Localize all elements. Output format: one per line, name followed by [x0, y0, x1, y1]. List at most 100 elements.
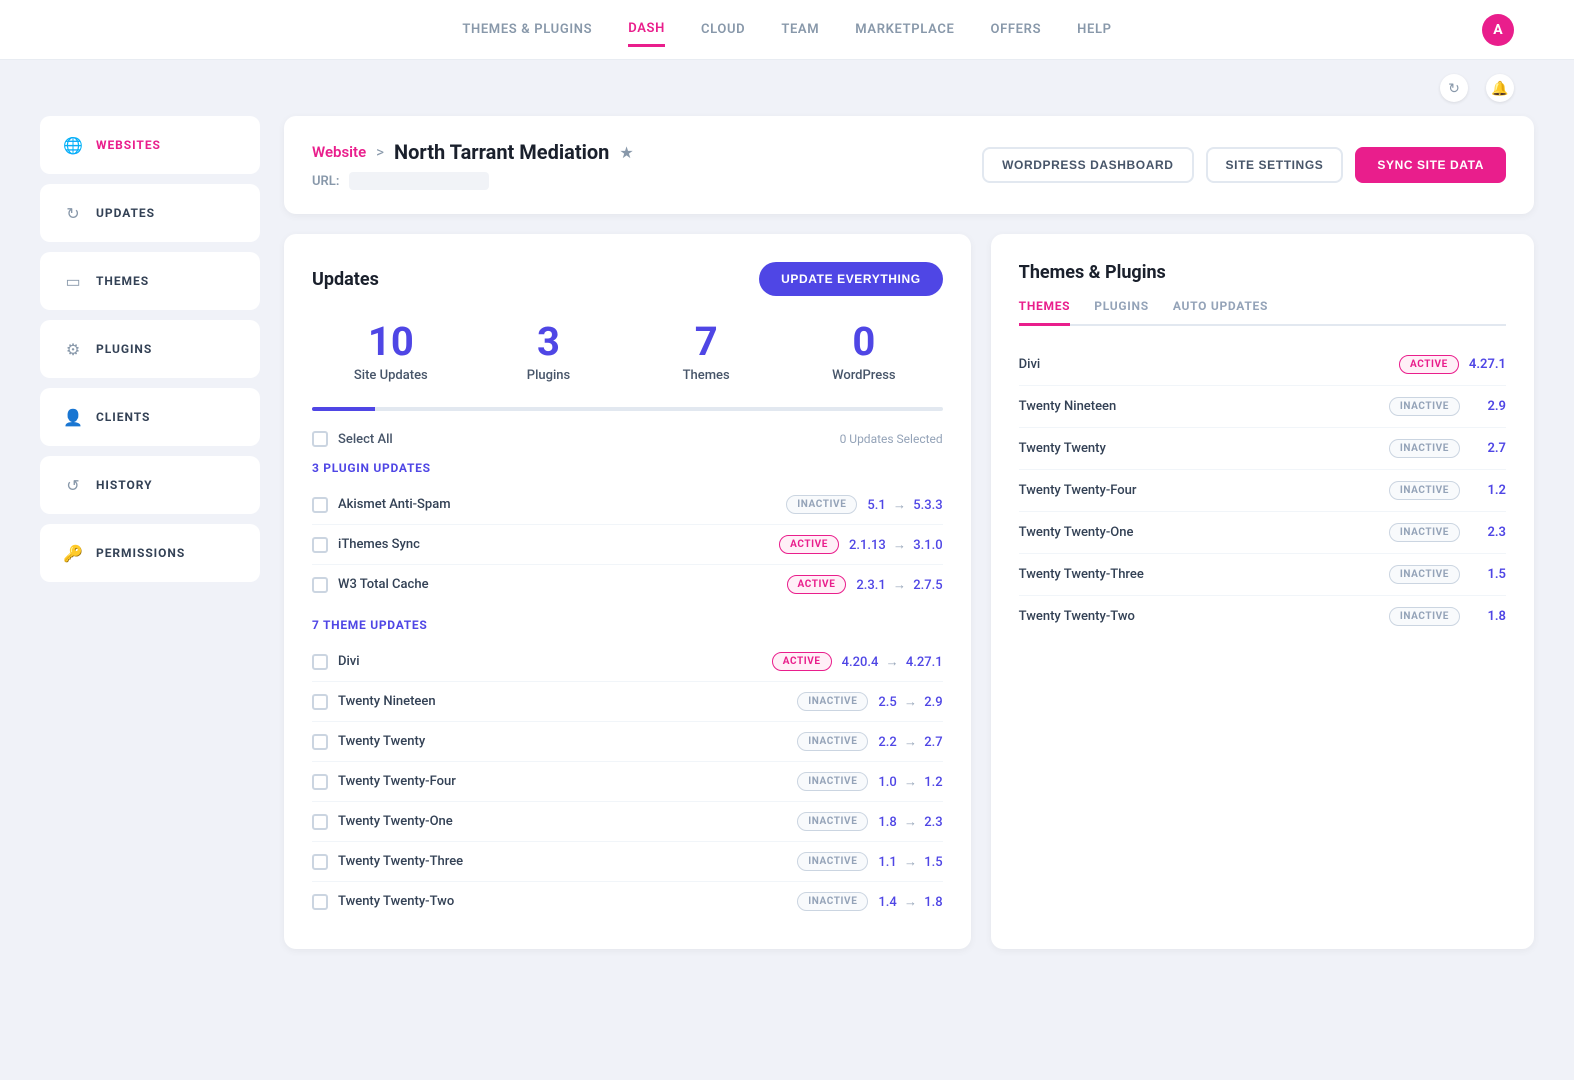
update-item-checkbox[interactable] — [312, 497, 328, 513]
wordpress-dashboard-button[interactable]: WORDPRESS DASHBOARD — [982, 147, 1193, 183]
update-item-checkbox[interactable] — [312, 734, 328, 750]
themes-plugins-list: Divi ACTIVE 4.27.1 Twenty Nineteen INACT… — [1019, 344, 1506, 637]
plugin-updates-list: Akismet Anti-Spam INACTIVE 5.1 → 5.3.3 i… — [312, 485, 943, 604]
theme-status-badge: INACTIVE — [1389, 523, 1460, 542]
sidebar-item-plugins[interactable]: ⚙ PLUGINS — [40, 320, 260, 378]
sidebar-label-websites: WEBSITES — [96, 138, 161, 152]
sidebar-item-updates[interactable]: ↻ UPDATES — [40, 184, 260, 242]
site-header-actions: WORDPRESS DASHBOARD SITE SETTINGS SYNC S… — [982, 147, 1506, 183]
update-item-checkbox[interactable] — [312, 654, 328, 670]
site-header-left: Website > North Tarrant Mediation ★ URL: — [312, 140, 634, 190]
update-item-checkbox[interactable] — [312, 894, 328, 910]
plugin-update-item: Akismet Anti-Spam INACTIVE 5.1 → 5.3.3 — [312, 485, 943, 525]
theme-update-status-badge: INACTIVE — [797, 692, 868, 711]
update-everything-button[interactable]: UPDATE EVERYTHING — [759, 262, 943, 296]
nav-themes-plugins[interactable]: THEMES & PLUGINS — [462, 14, 592, 45]
updates-title: Updates — [312, 269, 379, 290]
clients-icon: 👤 — [62, 406, 84, 428]
update-item-checkbox[interactable] — [312, 814, 328, 830]
sidebar-item-websites[interactable]: 🌐 WEBSITES — [40, 116, 260, 174]
theme-update-item: Twenty Twenty-Four INACTIVE 1.0 → 1.2 — [312, 762, 943, 802]
plugin-status-badge: ACTIVE — [779, 535, 839, 554]
theme-name: Twenty Twenty-Three — [1019, 567, 1379, 582]
theme-update-version: 1.0 → 1.2 — [878, 774, 942, 790]
update-item-checkbox[interactable] — [312, 694, 328, 710]
theme-update-item: Twenty Nineteen INACTIVE 2.5 → 2.9 — [312, 682, 943, 722]
update-item-checkbox[interactable] — [312, 854, 328, 870]
sidebar-label-themes: THEMES — [96, 274, 149, 288]
theme-update-version: 2.2 → 2.7 — [878, 734, 942, 750]
theme-status-badge: ACTIVE — [1399, 355, 1459, 374]
site-url-row: URL: — [312, 172, 634, 190]
star-icon[interactable]: ★ — [619, 143, 633, 162]
nav-help[interactable]: HELP — [1077, 14, 1112, 45]
theme-name: Twenty Twenty — [1019, 441, 1379, 456]
theme-update-version: 1.1 → 1.5 — [878, 854, 942, 870]
nav-offers[interactable]: OFFERS — [990, 14, 1041, 45]
theme-update-status-badge: INACTIVE — [797, 812, 868, 831]
theme-version: 1.5 — [1470, 567, 1506, 582]
theme-update-name: Twenty Twenty-One — [338, 814, 787, 829]
theme-item: Divi ACTIVE 4.27.1 — [1019, 344, 1506, 386]
sidebar-item-permissions[interactable]: 🔑 PERMISSIONS — [40, 524, 260, 582]
stat-number-plugins: 3 — [470, 320, 628, 364]
theme-update-name: Twenty Twenty — [338, 734, 787, 749]
select-all-left: Select All — [312, 431, 393, 447]
stat-number-themes: 7 — [627, 320, 785, 364]
sidebar-item-history[interactable]: ↺ HISTORY — [40, 456, 260, 514]
progress-blue — [312, 407, 375, 411]
theme-name: Twenty Nineteen — [1019, 399, 1379, 414]
tab-auto-updates[interactable]: AUTO UPDATES — [1173, 299, 1268, 326]
nav-cloud[interactable]: CLOUD — [701, 14, 745, 45]
notifications-button[interactable]: 🔔 — [1486, 74, 1514, 102]
nav-items: THEMES & PLUGINS DASH CLOUD TEAM MARKETP… — [462, 13, 1111, 47]
plugin-updates-header: 3 PLUGIN UPDATES — [312, 461, 943, 475]
content-area: Website > North Tarrant Mediation ★ URL:… — [284, 116, 1534, 949]
select-all-checkbox[interactable] — [312, 431, 328, 447]
breadcrumb-website[interactable]: Website — [312, 143, 366, 161]
theme-item: Twenty Twenty-Three INACTIVE 1.5 — [1019, 554, 1506, 596]
update-item-checkbox[interactable] — [312, 537, 328, 553]
sidebar-item-clients[interactable]: 👤 CLIENTS — [40, 388, 260, 446]
theme-status-badge: INACTIVE — [1389, 397, 1460, 416]
url-value — [349, 172, 489, 190]
history-icon: ↺ — [62, 474, 84, 496]
nav-dash[interactable]: DASH — [628, 13, 665, 47]
theme-version: 1.2 — [1470, 483, 1506, 498]
nav-marketplace[interactable]: MARKETPLACE — [855, 14, 954, 45]
theme-update-version: 2.5 → 2.9 — [878, 694, 942, 710]
theme-updates-header: 7 THEME UPDATES — [312, 618, 943, 632]
themes-plugins-title: Themes & Plugins — [1019, 262, 1506, 283]
plugin-version: 2.1.13 → 3.1.0 — [849, 537, 943, 553]
update-item-checkbox[interactable] — [312, 774, 328, 790]
nav-team[interactable]: TEAM — [781, 14, 819, 45]
theme-name: Twenty Twenty-One — [1019, 525, 1379, 540]
breadcrumb-separator: > — [376, 143, 384, 161]
select-all-label: Select All — [338, 432, 393, 447]
tab-themes[interactable]: THEMES — [1019, 299, 1071, 326]
stat-plugins: 3 Plugins — [470, 320, 628, 383]
theme-update-name: Twenty Twenty-Two — [338, 894, 787, 909]
stat-label-site-updates: Site Updates — [312, 368, 470, 383]
theme-item: Twenty Twenty-Two INACTIVE 1.8 — [1019, 596, 1506, 637]
top-right-icons: ↻ 🔔 — [0, 60, 1574, 116]
theme-update-item: Twenty Twenty-Two INACTIVE 1.4 → 1.8 — [312, 882, 943, 921]
theme-status-badge: INACTIVE — [1389, 481, 1460, 500]
theme-update-name: Twenty Twenty-Three — [338, 854, 787, 869]
sidebar-item-themes[interactable]: ▭ THEMES — [40, 252, 260, 310]
avatar[interactable]: A — [1482, 14, 1514, 46]
theme-update-item: Twenty Twenty INACTIVE 2.2 → 2.7 — [312, 722, 943, 762]
theme-update-version: 1.4 → 1.8 — [878, 894, 942, 910]
refresh-button[interactable]: ↻ — [1440, 74, 1468, 102]
theme-version: 2.3 — [1470, 525, 1506, 540]
site-settings-button[interactable]: SITE SETTINGS — [1206, 147, 1344, 183]
theme-version: 1.8 — [1470, 609, 1506, 624]
stat-label-wordpress: WordPress — [785, 368, 943, 383]
plugin-update-item: iThemes Sync ACTIVE 2.1.13 → 3.1.0 — [312, 525, 943, 565]
plugin-status-badge: ACTIVE — [787, 575, 847, 594]
update-item-checkbox[interactable] — [312, 577, 328, 593]
theme-version: 2.7 — [1470, 441, 1506, 456]
sync-site-data-button[interactable]: SYNC SITE DATA — [1355, 147, 1506, 183]
tab-plugins[interactable]: PLUGINS — [1094, 299, 1149, 326]
theme-status-badge: INACTIVE — [1389, 565, 1460, 584]
